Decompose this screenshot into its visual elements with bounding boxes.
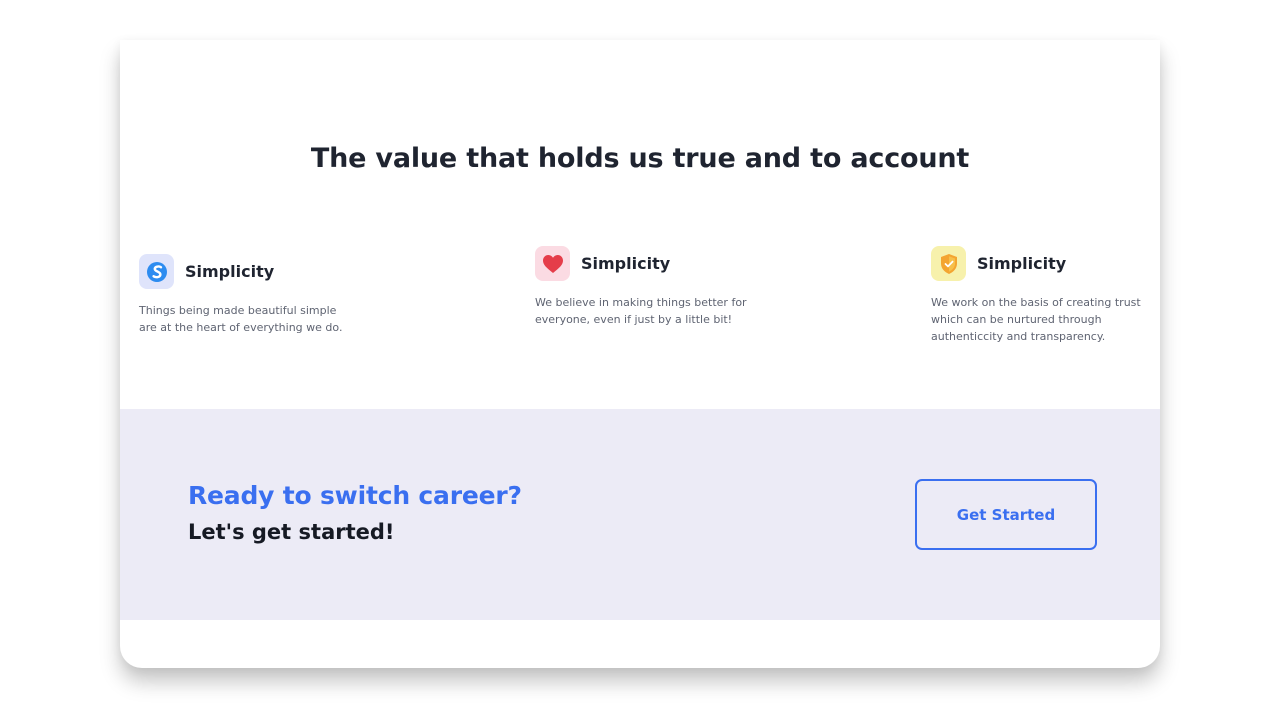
value-item-header: Simplicity: [139, 254, 379, 289]
value-title: Simplicity: [185, 262, 275, 281]
value-description: We believe in making things better for e…: [535, 296, 747, 326]
content-card: The value that holds us true and to acco…: [120, 40, 1160, 668]
value-title: Simplicity: [581, 254, 671, 273]
get-started-button[interactable]: Get Started: [915, 479, 1097, 550]
cta-subheading: Let's get started!: [188, 520, 395, 544]
value-item-header: Simplicity: [535, 246, 775, 281]
value-description: Things being made beautiful simple are a…: [139, 304, 343, 334]
cta-banner: Ready to switch career? Let's get starte…: [120, 409, 1160, 620]
values-title: The value that holds us true and to acco…: [310, 143, 970, 174]
value-item-3: Simplicity We work on the basis of creat…: [931, 246, 1160, 345]
cta-heading: Ready to switch career?: [188, 481, 522, 510]
value-item-1: Simplicity Things being made beautiful s…: [139, 254, 379, 336]
value-title: Simplicity: [977, 254, 1067, 273]
simplicity-logo-icon: [139, 254, 174, 289]
heart-icon: [535, 246, 570, 281]
value-item-2: Simplicity We believe in making things b…: [535, 246, 775, 328]
value-item-header: Simplicity: [931, 246, 1160, 281]
value-description: We work on the basis of creating trust w…: [931, 296, 1141, 343]
shield-check-icon: [931, 246, 966, 281]
